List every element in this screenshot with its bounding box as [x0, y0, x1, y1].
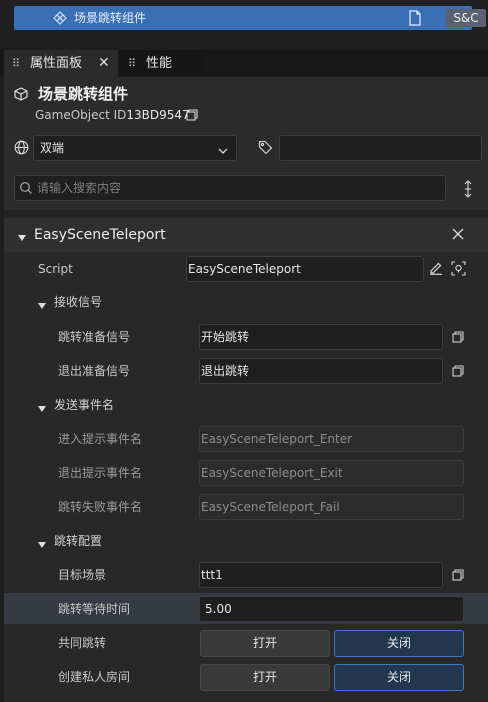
search-icon: [19, 181, 33, 195]
expand-collapse-icon[interactable]: [462, 180, 474, 198]
script-component-header[interactable]: EasySceneTeleport: [4, 218, 488, 252]
private-room-label: 创建私人房间: [58, 670, 131, 684]
private-room-off-button[interactable]: 关闭: [334, 664, 464, 691]
drag-grip-icon[interactable]: ⠿: [128, 50, 136, 77]
edit-icon[interactable]: [429, 261, 443, 275]
fail-event-field: EasySceneTeleport_Fail: [199, 494, 464, 520]
copy-id-icon[interactable]: [186, 109, 198, 121]
copy-icon[interactable]: [452, 569, 464, 581]
section-divider: [4, 210, 488, 218]
target-scene-value: ttt1: [201, 568, 223, 582]
script-component-title: EasySceneTeleport: [34, 227, 166, 243]
tab-performance-label: 性能: [146, 56, 173, 71]
sync-badge[interactable]: S&C: [446, 9, 486, 27]
exit-signal-label: 退出准备信号: [58, 364, 131, 378]
exit-event-value: EasySceneTeleport_Exit: [201, 466, 343, 480]
copy-icon[interactable]: [452, 365, 464, 377]
exit-event-label: 退出提示事件名: [58, 466, 143, 480]
section-send-label[interactable]: 发送事件名: [54, 397, 114, 413]
scene-tree-selected-item[interactable]: 场景跳转组件 S&C: [14, 6, 486, 30]
copy-icon[interactable]: [452, 331, 464, 343]
chevron-down-icon: [218, 144, 228, 154]
collapse-triangle-icon[interactable]: [38, 299, 46, 309]
fail-event-label: 跳转失败事件名: [58, 500, 143, 514]
ready-signal-label: 跳转准备信号: [58, 330, 131, 344]
shared-teleport-label: 共同跳转: [58, 636, 107, 650]
enter-event-label: 进入提示事件名: [58, 432, 143, 446]
platform-dropdown-value: 双端: [40, 141, 65, 155]
cube-icon: [14, 87, 28, 101]
script-label: Script: [38, 262, 73, 276]
private-room-on-button[interactable]: 打开: [200, 664, 330, 691]
drag-grip-icon[interactable]: ⠿: [12, 50, 20, 77]
close-icon[interactable]: ✕: [98, 50, 110, 77]
tab-performance[interactable]: ⠿ 性能: [120, 50, 206, 77]
collapse-triangle-icon[interactable]: [18, 231, 26, 241]
section-config-label[interactable]: 跳转配置: [54, 533, 102, 549]
script-field[interactable]: EasySceneTeleport: [186, 256, 424, 282]
exit-signal-field[interactable]: 退出跳转: [199, 358, 443, 384]
shared-teleport-on-button[interactable]: 打开: [200, 630, 330, 657]
scene-tree-item-label: 场景跳转组件: [74, 11, 147, 25]
exit-event-field: EasySceneTeleport_Exit: [199, 460, 464, 486]
panel-tabbar: ⠿ 属性面板 ✕ ⠿ 性能: [0, 50, 488, 77]
exit-signal-value: 退出跳转: [201, 364, 250, 378]
platform-dropdown[interactable]: 双端: [33, 135, 237, 161]
fail-event-value: EasySceneTeleport_Fail: [201, 500, 340, 514]
tag-icon: [258, 140, 273, 155]
search-input[interactable]: 请输入搜索内容: [14, 175, 446, 201]
close-icon[interactable]: [452, 228, 464, 240]
collapse-triangle-icon[interactable]: [38, 402, 46, 412]
component-node-icon: [52, 10, 68, 26]
gameobject-id-label: GameObject ID: [35, 108, 127, 122]
tab-properties-label: 属性面板: [30, 56, 83, 71]
gameobject-id-value: 13BD9547: [126, 108, 190, 122]
section-receive-label[interactable]: 接收信号: [54, 294, 102, 310]
ready-signal-field[interactable]: 开始跳转: [199, 324, 443, 350]
target-scene-field[interactable]: ttt1: [199, 562, 443, 588]
tab-properties[interactable]: ⠿ 属性面板 ✕: [4, 50, 118, 77]
ready-signal-value: 开始跳转: [201, 330, 250, 344]
component-title: 场景跳转组件: [38, 85, 129, 103]
enter-event-field: EasySceneTeleport_Enter: [199, 426, 464, 452]
wait-time-field[interactable]: 5.00: [199, 596, 464, 622]
tag-input[interactable]: [279, 135, 482, 161]
wait-time-label: 跳转等待时间: [58, 602, 131, 616]
target-scene-label: 目标场景: [58, 568, 107, 582]
gameobject-id: GameObject ID13BD9547: [35, 107, 190, 123]
shared-teleport-off-button[interactable]: 关闭: [334, 630, 464, 657]
locate-icon[interactable]: [451, 261, 466, 276]
enter-event-value: EasySceneTeleport_Enter: [201, 432, 353, 446]
collapse-triangle-icon[interactable]: [38, 538, 46, 548]
globe-icon: [14, 140, 29, 155]
script-file-icon[interactable]: [408, 10, 422, 26]
scene-tree-strip: 场景跳转组件 S&C: [0, 0, 488, 46]
script-field-value: EasySceneTeleport: [188, 262, 301, 276]
wait-time-value: 5.00: [205, 602, 232, 616]
search-placeholder: 请输入搜索内容: [37, 181, 122, 195]
